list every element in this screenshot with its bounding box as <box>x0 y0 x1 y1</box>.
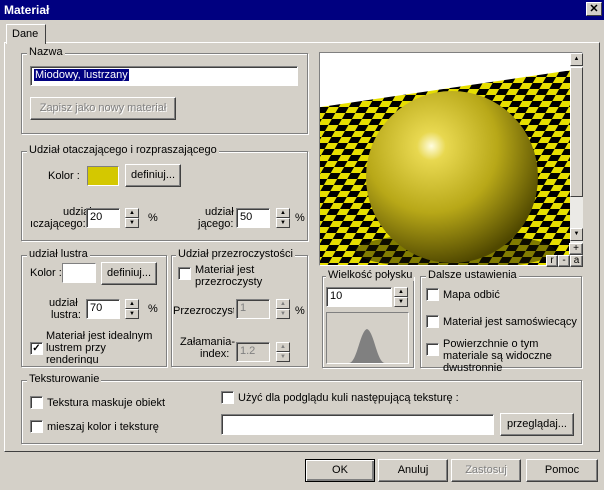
preview-button-a[interactable]: a <box>570 255 583 267</box>
transparency-spin-down[interactable]: ▼ <box>276 309 290 319</box>
mix-color-texture-checkbox[interactable] <box>30 420 43 433</box>
self-lit-label: Materiał jest samoświecący <box>443 316 577 328</box>
preview-scroll-down[interactable]: ▼ <box>570 228 583 241</box>
ideal-mirror-checkbox[interactable]: ✓ <box>30 342 43 355</box>
ambient-share1-input[interactable]: 20 <box>86 208 120 228</box>
ambient-share2-spin-up[interactable]: ▲ <box>276 208 290 218</box>
cancel-button[interactable]: Anuluj <box>378 459 448 482</box>
reflection-map-checkbox[interactable] <box>426 288 439 301</box>
title-bar: Materiał <box>0 0 604 20</box>
shine-spin-down[interactable]: ▼ <box>394 297 408 307</box>
ambient-color-swatch[interactable] <box>87 166 119 186</box>
preview-scroll-up[interactable]: ▲ <box>570 53 583 66</box>
transparent-label: Materiał jest przezroczysty <box>195 264 263 288</box>
texture-masks-label: Tekstura maskuje obiekt <box>47 397 165 409</box>
texture-path-input[interactable] <box>221 414 494 435</box>
further-settings-group-label: Dalsze ustawienia <box>426 269 519 281</box>
refraction-input[interactable]: 1.2 <box>236 342 270 362</box>
refraction-label-line1: Załamania- <box>180 336 236 348</box>
ambient-share1-spin-up[interactable]: ▲ <box>125 208 139 218</box>
use-preview-texture-checkbox[interactable] <box>221 391 234 404</box>
ambient-share2-label-line2: jącego: <box>198 218 234 230</box>
ambient-color-label: Kolor : <box>48 170 80 182</box>
preview-button-minus[interactable]: - <box>558 255 570 267</box>
browse-button[interactable]: przeglądaj... <box>500 413 574 436</box>
refraction-spin-down[interactable]: ▼ <box>276 352 290 362</box>
preview-scroll-thumb[interactable] <box>570 67 583 197</box>
transparency-group-label: Udział przezroczystości <box>176 248 295 260</box>
tab-dane[interactable]: Dane <box>6 24 46 44</box>
mirror-share-spin-up[interactable]: ▲ <box>125 299 139 309</box>
mirror-share-spin-down[interactable]: ▼ <box>125 309 139 319</box>
texture-group-label: Teksturowanie <box>27 373 102 385</box>
two-sided-checkbox[interactable] <box>426 343 439 356</box>
material-name-value: Miodowy, lustrzany <box>34 69 129 81</box>
ambient-share1-pct: % <box>148 212 158 224</box>
preview-zoom-plus-button[interactable]: + <box>569 243 583 255</box>
refraction-spin-up[interactable]: ▲ <box>276 342 290 352</box>
mirror-group-label: udział lustra <box>27 248 90 260</box>
ambient-share2-label-line1: udział <box>205 206 234 218</box>
transparency-spin-up[interactable]: ▲ <box>276 299 290 309</box>
ambient-group-label: Udział otaczającego i rozpraszającego <box>27 144 219 156</box>
close-button[interactable]: ✕ <box>586 2 602 16</box>
self-lit-checkbox[interactable] <box>426 315 439 328</box>
refraction-label-line2: index: <box>200 348 230 360</box>
mirror-share-input[interactable]: 70 <box>86 299 120 319</box>
preview-button-r[interactable]: r <box>546 255 558 267</box>
ambient-share2-pct: % <box>295 212 305 224</box>
ambient-define-button[interactable]: definiuj... <box>125 164 181 187</box>
mirror-color-label: Kolor : <box>30 267 62 279</box>
transparency-label: Przezroczysto <box>173 305 234 317</box>
shine-group-label: Wielkość połysku <box>326 269 415 281</box>
apply-button[interactable]: Zastosuj <box>451 459 521 482</box>
mirror-define-button[interactable]: definiuj... <box>101 262 157 285</box>
transparent-checkbox[interactable] <box>178 267 191 280</box>
ok-button[interactable]: OK <box>305 459 375 482</box>
material-preview[interactable] <box>319 52 583 266</box>
mirror-share-pct: % <box>148 303 158 315</box>
texture-masks-checkbox[interactable] <box>30 396 43 409</box>
two-sided-label: Powierzchnie o tym materiale są widoczne… <box>443 338 552 374</box>
shine-input[interactable]: 10 <box>326 287 392 307</box>
ambient-share1-label-line2: ıczającego: <box>30 218 86 230</box>
mirror-share-label-line1: udział <box>49 297 78 309</box>
ambient-share2-input[interactable]: 50 <box>236 208 270 228</box>
material-name-input[interactable]: Miodowy, lustrzany <box>30 66 298 86</box>
shine-curve-preview <box>326 312 409 364</box>
ambient-share2-spin-down[interactable]: ▼ <box>276 218 290 228</box>
use-preview-texture-label: Użyć dla podglądu kuli następującą tekst… <box>238 392 459 404</box>
nazwa-group-label: Nazwa <box>27 46 65 58</box>
save-as-new-button[interactable]: Zapisz jako nowy materiał <box>30 97 176 120</box>
shine-spin-up[interactable]: ▲ <box>394 287 408 297</box>
mirror-color-swatch[interactable] <box>62 263 96 283</box>
help-button[interactable]: Pomoc <box>526 459 598 482</box>
mix-color-texture-label: mieszaj kolor i teksturę <box>47 421 159 433</box>
reflection-map-label: Mapa odbić <box>443 289 500 301</box>
ideal-mirror-label: Materiał jest idealnym lustrem przy rend… <box>46 330 153 364</box>
ambient-share1-spin-down[interactable]: ▼ <box>125 218 139 228</box>
preview-render <box>320 53 582 265</box>
transparency-pct: % <box>295 305 305 317</box>
transparency-input[interactable]: 1 <box>236 299 270 319</box>
shine-curve-graph <box>327 329 408 363</box>
mirror-share-label-line2: lustra: <box>51 309 81 321</box>
window-title: Materiał <box>4 3 50 17</box>
